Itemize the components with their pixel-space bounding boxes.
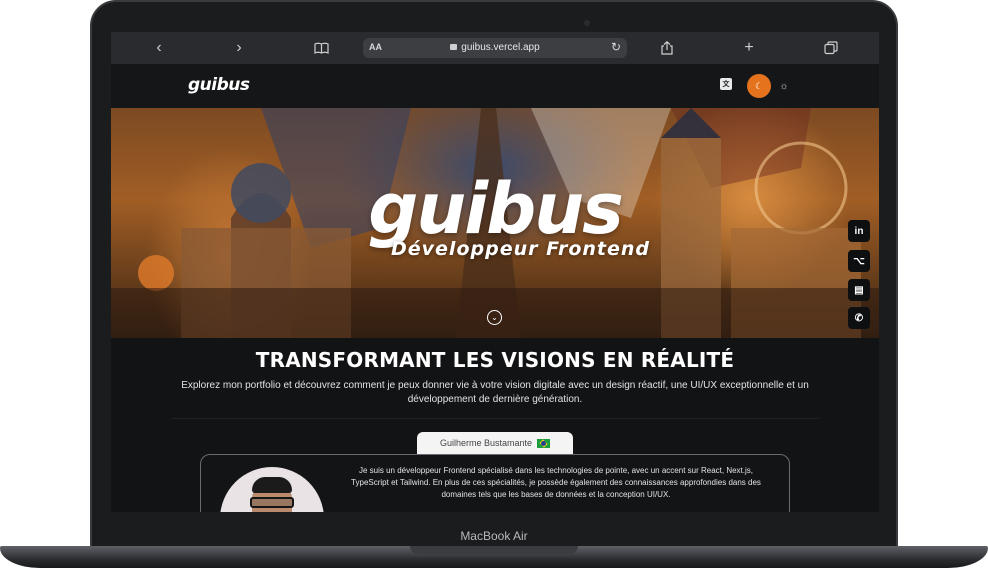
hero-subtitle: Développeur Frontend [391, 238, 651, 260]
linkedin-icon[interactable]: in [848, 220, 870, 242]
address-bar[interactable]: AA guibus.vercel.app ↻ [363, 38, 627, 58]
hero-banner: guibus Développeur Frontend ⌄ [111, 108, 879, 338]
lock-icon [450, 44, 458, 50]
section-lead: Explorez mon portfolio et découvrez comm… [181, 380, 809, 405]
section-headline: TRANSFORMANT LES VISIONS EN RÉALITÉ [255, 348, 735, 372]
site-logo[interactable]: guibus [188, 75, 250, 95]
name-label: Guilherme Bustamante [439, 438, 533, 448]
chevron-left-icon[interactable]: ‹ [149, 38, 169, 58]
url-text: guibus.vercel.app [461, 42, 540, 53]
translate-icon[interactable]: 文 [720, 78, 732, 90]
chevron-down-icon[interactable]: ⌄ [487, 310, 502, 325]
reload-icon[interactable]: ↻ [611, 40, 621, 54]
plus-icon[interactable]: + [739, 38, 759, 58]
theme-toggle[interactable]: ☾ ☼ [747, 74, 797, 98]
browser-toolbar: ‹ › AA guibus.vercel.app ↻ + [111, 32, 879, 64]
whatsapp-icon[interactable]: ✆ [848, 307, 870, 329]
site-header: guibus 文 ☾ ☼ [111, 64, 879, 108]
device-model-label: MacBook Air [460, 529, 528, 543]
laptop-notch [410, 546, 578, 554]
share-icon[interactable] [657, 38, 677, 58]
moon-icon[interactable]: ☾ [747, 74, 771, 98]
screen: ‹ › AA guibus.vercel.app ↻ + guibus 文 ☾ … [111, 32, 879, 512]
name-tab: Guilherme Bustamante [417, 432, 573, 454]
book-icon[interactable] [311, 38, 331, 58]
resume-icon[interactable]: ▤ [848, 279, 870, 301]
camera [584, 20, 590, 26]
tabs-icon[interactable] [821, 38, 841, 58]
sun-icon[interactable]: ☼ [777, 79, 791, 93]
chevron-right-icon[interactable]: › [229, 38, 249, 58]
bio-text: Je suis un développeur Frontend spéciali… [351, 466, 761, 499]
github-icon[interactable]: ⌥ [848, 250, 870, 272]
divider [171, 418, 819, 419]
bio-card: Je suis un développeur Frontend spéciali… [200, 454, 790, 512]
hero-title: guibus [368, 168, 624, 250]
avatar [220, 467, 324, 512]
brazil-flag-icon [537, 438, 551, 448]
